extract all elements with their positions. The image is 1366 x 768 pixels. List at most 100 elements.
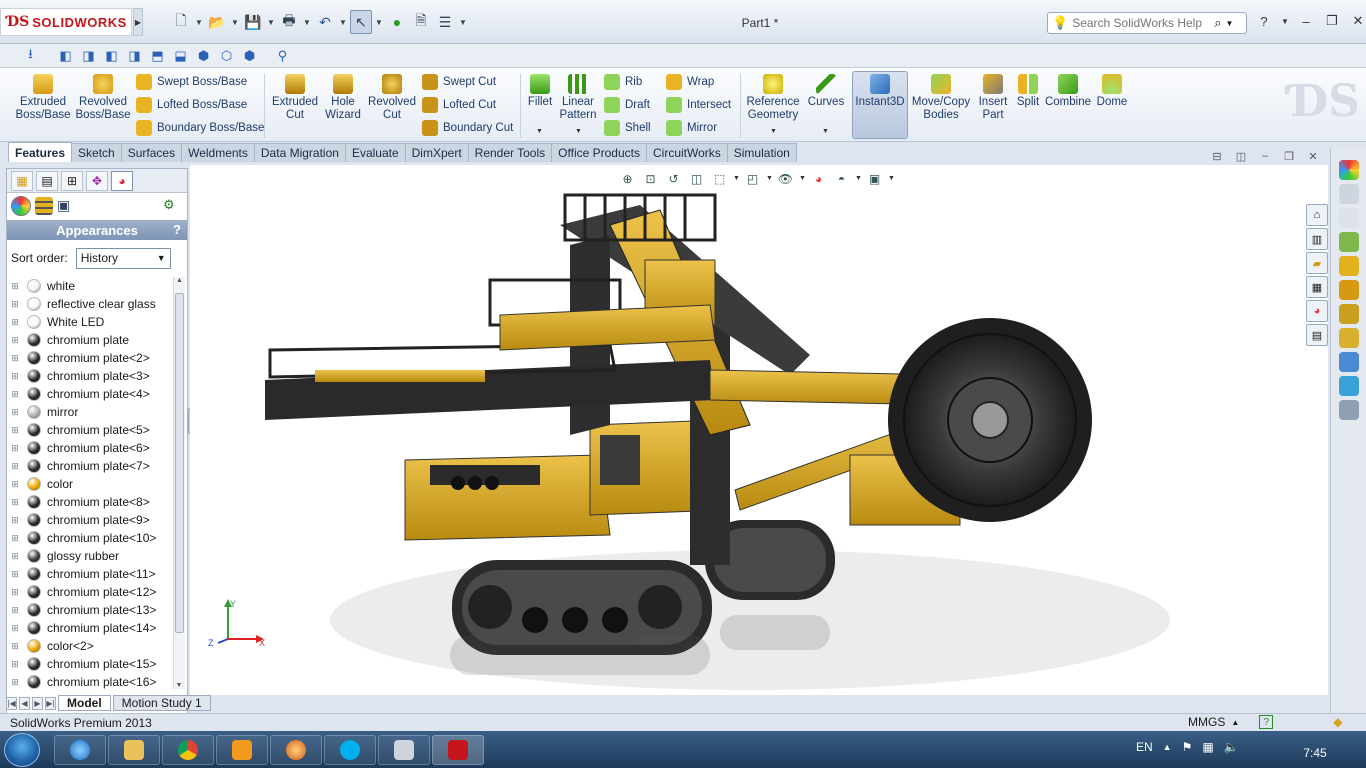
select-dropdown-arrow[interactable]: ▼ bbox=[374, 18, 384, 27]
appearance-list-item[interactable]: ⊞ White LED bbox=[9, 313, 171, 331]
panel-options-icon[interactable]: ⚙ bbox=[163, 197, 181, 215]
tab-dimxpert[interactable]: DimXpert bbox=[404, 143, 469, 162]
taskbar-clock[interactable]: 7:45 bbox=[1290, 746, 1340, 760]
help-search-input[interactable] bbox=[1072, 16, 1211, 30]
property-manager-tab-icon[interactable]: ▤ bbox=[36, 171, 58, 191]
appearance-list-scrollbar[interactable]: ▲ ▼ bbox=[173, 277, 185, 689]
lofted-boss-button[interactable]: Lofted Boss/Base bbox=[136, 95, 247, 115]
search-dropdown-arrow[interactable]: ▼ bbox=[1225, 19, 1233, 28]
unit-system-selector[interactable]: MMGS bbox=[1188, 715, 1225, 729]
split-vertical-icon[interactable]: ◫ bbox=[1234, 150, 1248, 163]
custom-properties-icon[interactable] bbox=[1339, 352, 1359, 372]
appearances-help-icon[interactable]: ? bbox=[173, 222, 181, 237]
combine-button[interactable]: Combine bbox=[1045, 74, 1091, 109]
isometric-view-icon[interactable]: ⬢ bbox=[193, 46, 214, 66]
fillet-button[interactable]: Fillet bbox=[524, 74, 556, 109]
appearance-list-item[interactable]: ⊞ white bbox=[9, 277, 171, 295]
expand-icon[interactable]: ⊞ bbox=[9, 425, 21, 436]
expand-icon[interactable]: ⊞ bbox=[9, 353, 21, 364]
appearance-list-item[interactable]: ⊞ chromium plate<8> bbox=[9, 493, 171, 511]
tag-icon[interactable]: ◆ bbox=[1333, 715, 1342, 729]
appearance-list-item[interactable]: ⊞ chromium plate<16> bbox=[9, 673, 171, 689]
action-center-flag-icon[interactable]: ⚑ bbox=[1182, 740, 1193, 754]
next-tab-arrow[interactable]: ▶ bbox=[32, 696, 43, 710]
minimize-button[interactable]: – bbox=[1297, 12, 1315, 30]
folder-icon[interactable]: ▰ bbox=[1306, 252, 1328, 274]
tab-weldments[interactable]: Weldments bbox=[181, 143, 255, 162]
decals-icon[interactable] bbox=[35, 197, 53, 215]
last-tab-arrow[interactable]: ▶| bbox=[45, 696, 56, 710]
taskbar-app-icon[interactable] bbox=[270, 735, 322, 765]
scenes-icon[interactable]: ▣ bbox=[57, 197, 75, 215]
appearance-list-item[interactable]: ⊞ chromium plate<2> bbox=[9, 349, 171, 367]
first-tab-arrow[interactable]: |◀ bbox=[6, 696, 17, 710]
sort-order-select[interactable]: History ▼ bbox=[75, 247, 171, 269]
appearance-list-item[interactable]: ⊞ reflective clear glass bbox=[9, 295, 171, 313]
file-explorer-icon[interactable] bbox=[1339, 280, 1359, 300]
design-library-icon[interactable] bbox=[1339, 256, 1359, 276]
hole-wizard-button[interactable]: Hole Wizard bbox=[322, 74, 364, 122]
revolved-boss-button[interactable]: Revolved Boss/Base bbox=[76, 74, 131, 122]
undo-icon[interactable]: ↶ bbox=[314, 10, 336, 34]
select-pointer-icon[interactable]: ↖ bbox=[350, 10, 372, 34]
back-view-icon[interactable]: ◨ bbox=[78, 46, 99, 66]
help-dropdown-arrow[interactable]: ▼ bbox=[1281, 12, 1289, 30]
expand-icon[interactable]: ⊞ bbox=[9, 677, 21, 688]
reference-geometry-button[interactable]: Reference Geometry bbox=[744, 74, 802, 122]
split-button[interactable]: Split bbox=[1014, 74, 1042, 109]
open-dropdown-arrow[interactable]: ▼ bbox=[230, 18, 240, 27]
intersect-button[interactable]: Intersect bbox=[666, 95, 731, 115]
appearance-list-item[interactable]: ⊞ chromium plate<12> bbox=[9, 583, 171, 601]
tab-simulation[interactable]: Simulation bbox=[726, 143, 797, 162]
solidworks-menu-logo[interactable]: ƊS SOLIDWORKS bbox=[0, 8, 132, 36]
mirror-button[interactable]: Mirror bbox=[666, 118, 717, 138]
show-hidden-icons-icon[interactable]: ▲ bbox=[1163, 742, 1172, 752]
undo-dropdown-arrow[interactable]: ▼ bbox=[338, 18, 348, 27]
appearance-list-item[interactable]: ⊞ chromium plate<14> bbox=[9, 619, 171, 637]
search-icon[interactable]: ⌕ bbox=[1214, 15, 1221, 31]
boundary-boss-button[interactable]: Boundary Boss/Base bbox=[136, 118, 264, 138]
save-icon[interactable]: 💾 bbox=[242, 10, 264, 34]
expand-icon[interactable]: ⊞ bbox=[9, 389, 21, 400]
open-folder-icon[interactable]: 📂 bbox=[206, 10, 228, 34]
appearance-scene-icon[interactable]: ◕ bbox=[1306, 300, 1328, 322]
appearances-icon[interactable] bbox=[11, 196, 31, 216]
taskbar-chrome-icon[interactable] bbox=[162, 735, 214, 765]
dimetric-view-icon[interactable]: ⬢ bbox=[239, 46, 260, 66]
menu-expand-arrow[interactable]: ▶ bbox=[133, 8, 143, 36]
taskbar-media-player-icon[interactable] bbox=[216, 735, 268, 765]
taskbar-internet-explorer-icon[interactable] bbox=[54, 735, 106, 765]
tab-data-migration[interactable]: Data Migration bbox=[253, 143, 346, 162]
language-indicator[interactable]: EN bbox=[1136, 740, 1153, 754]
feature-tree-tab-icon[interactable]: ▦ bbox=[11, 171, 33, 191]
tab-circuitworks[interactable]: CircuitWorks bbox=[645, 143, 728, 162]
print-dropdown-arrow[interactable]: ▼ bbox=[302, 18, 312, 27]
viewport-minimize-button[interactable]: – bbox=[1258, 150, 1272, 163]
appearance-list-item[interactable]: ⊞ chromium plate<4> bbox=[9, 385, 171, 403]
swept-cut-button[interactable]: Swept Cut bbox=[422, 72, 496, 92]
scroll-up-arrow[interactable]: ▲ bbox=[174, 277, 185, 284]
tab-features[interactable]: Features bbox=[8, 142, 73, 162]
close-button[interactable]: ✕ bbox=[1349, 12, 1366, 30]
insert-part-button[interactable]: Insert Part bbox=[974, 74, 1012, 122]
lofted-cut-button[interactable]: Lofted Cut bbox=[422, 95, 496, 115]
expand-icon[interactable]: ⊞ bbox=[9, 623, 21, 634]
appearance-list-item[interactable]: ⊞ chromium plate<6> bbox=[9, 439, 171, 457]
trimetric-view-icon[interactable]: ⬡ bbox=[216, 46, 237, 66]
configuration-tab-icon[interactable]: ⊞ bbox=[61, 171, 83, 191]
scrollbar-thumb[interactable] bbox=[175, 293, 184, 633]
network-icon[interactable]: ▦ bbox=[1202, 740, 1213, 754]
quick-tips-help-icon[interactable]: ? bbox=[1259, 715, 1274, 729]
expand-icon[interactable]: ⊞ bbox=[9, 317, 21, 328]
link-views-icon[interactable]: ⚲ bbox=[272, 46, 293, 66]
appearance-tab-icon[interactable] bbox=[1339, 160, 1359, 180]
shell-button[interactable]: Shell bbox=[604, 118, 651, 138]
tab-sketch[interactable]: Sketch bbox=[71, 143, 122, 162]
home-icon[interactable]: ⌂ bbox=[1306, 204, 1328, 226]
scroll-down-arrow[interactable]: ▼ bbox=[174, 682, 184, 689]
front-view-icon[interactable]: ◧ bbox=[55, 46, 76, 66]
expand-icon[interactable]: ⊞ bbox=[9, 515, 21, 526]
rebuild-traffic-light-icon[interactable]: ● bbox=[386, 10, 408, 34]
appearance-list-item[interactable]: ⊞ mirror bbox=[9, 403, 171, 421]
left-view-icon[interactable]: ◧ bbox=[101, 46, 122, 66]
